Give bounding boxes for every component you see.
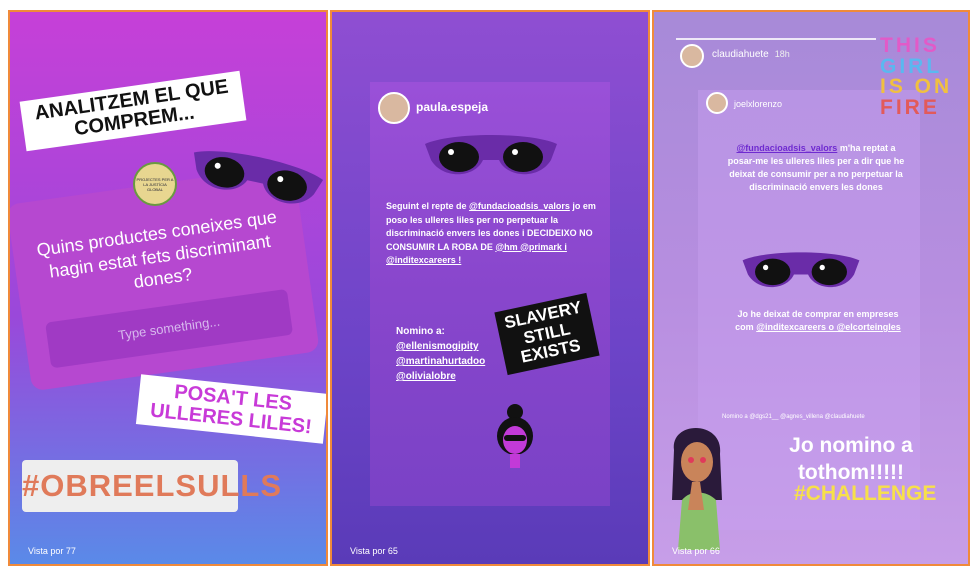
story-body-text: @fundacioadsis_valors m'ha reptat a posa… xyxy=(727,143,905,193)
avatar-icon[interactable] xyxy=(680,44,704,68)
story-panel-3[interactable]: claudiahuete 18h joelxlorenzo @fundacioad… xyxy=(652,10,970,566)
org-logo: PROJECTES PER A LA JUSTÍCIA GLOBAL xyxy=(133,162,177,206)
avatar-icon[interactable] xyxy=(378,92,410,124)
this-girl-is-on-fire-sticker: THIS GIRL IS ON FIRE xyxy=(880,34,953,119)
sunglasses-icon xyxy=(742,252,860,288)
nominee-tags[interactable]: Nomino a @dgs21__ @agnes_villena @claudi… xyxy=(722,414,865,420)
hashtag-sticker: #OBREELSULLS xyxy=(22,460,281,512)
progress-bar xyxy=(676,38,876,40)
story-time: 18h xyxy=(774,49,790,59)
nomino-text: Jo nomino a tothom!!!!! xyxy=(789,434,913,485)
challenge-hashtag: #CHALLENGE xyxy=(794,482,937,505)
praying-girl-illustration xyxy=(672,427,722,550)
avatar-icon[interactable] xyxy=(706,92,728,114)
view-count[interactable]: Vista por 77 xyxy=(28,546,76,556)
nominees-list: Nomino a: @ellenismogipity @martinahurta… xyxy=(396,326,486,384)
username[interactable]: paula.espeja xyxy=(416,100,488,114)
posa-ulleres-sticker: POSA'T LES ULLERES LILES! xyxy=(135,374,326,444)
nominee-link[interactable]: @olivialobre xyxy=(396,369,485,384)
view-count[interactable]: Vista por 65 xyxy=(350,546,398,556)
nominee-link[interactable]: @ellenismogipity xyxy=(396,339,485,354)
story-body-text-2: Jo he deixat de comprar en empreses com … xyxy=(735,309,901,333)
mention-link[interactable]: @fundacioadsis_valors xyxy=(737,143,838,153)
mention-links[interactable]: @inditexcareers o @elcorteingles xyxy=(756,322,901,332)
view-count[interactable]: Vista por 66 xyxy=(672,546,720,556)
mention-link[interactable]: @fundacioadsis_valors xyxy=(469,201,570,211)
woman-illustration xyxy=(497,404,533,468)
reposted-username[interactable]: joelxlorenzo xyxy=(734,99,782,109)
story-body-text: Seguint el repte de @fundacioadsis_valor… xyxy=(386,201,596,265)
story-panel-2[interactable]: paula.espeja Seguint el repte de @fundac… xyxy=(330,10,650,566)
story-panel-1[interactable]: ANALITZEM EL QUE COMPREM... Quins produc… xyxy=(8,10,328,566)
title-sticker: ANALITZEM EL QUE COMPREM... xyxy=(19,70,247,152)
nominee-link[interactable]: @martinahurtadoo xyxy=(396,354,485,369)
username[interactable]: claudiahuete 18h xyxy=(712,49,790,60)
sunglasses-icon xyxy=(425,135,557,175)
